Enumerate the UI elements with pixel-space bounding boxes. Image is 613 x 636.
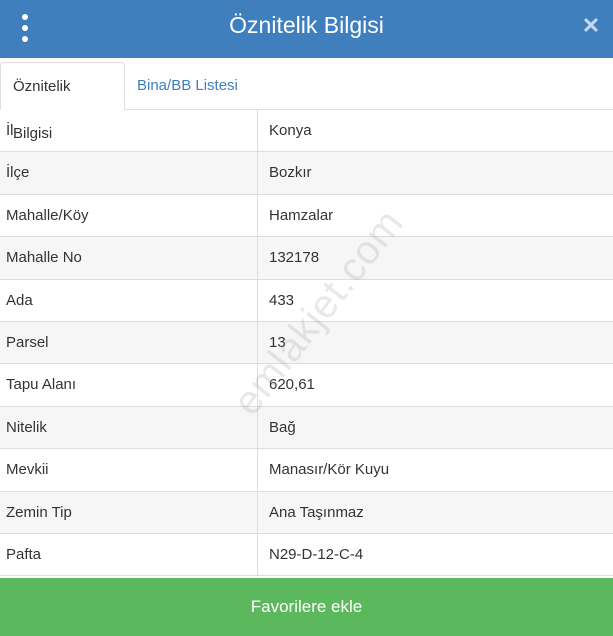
tab-bar: Öznitelik Bilgisi Bina/BB Listesi — [0, 58, 613, 142]
attribute-value: Bozkır — [269, 164, 312, 182]
attribute-key: Pafta — [0, 533, 258, 576]
header-bar: Öznitelik Bilgisi ✕ — [0, 0, 613, 58]
attribute-value: Bağ — [269, 418, 296, 436]
tab-bina-bb-listesi[interactable]: Bina/BB Listesi — [125, 62, 250, 109]
attribute-value: N29-D-12-C-4 — [269, 545, 364, 563]
attribute-key: Zemin Tip — [0, 491, 258, 533]
attribute-value: Ana Taşınmaz — [269, 503, 364, 521]
table-row: Zemin Tip Ana Taşınmaz — [0, 491, 613, 534]
table-row: Pafta N29-D-12-C-4 — [0, 533, 613, 577]
attribute-key: Ada — [0, 279, 258, 321]
attribute-value: 620,61 — [269, 376, 315, 394]
attribute-value: 13 — [269, 333, 286, 351]
attribute-key: Tapu Alanı — [0, 364, 258, 406]
attribute-key: İl — [0, 110, 258, 152]
attribute-table: İl Konya İlçe Bozkır Mahalle/Köy Hamzala… — [0, 110, 613, 577]
attribute-value: 132178 — [269, 249, 320, 267]
attribute-key: Mahalle/Köy — [0, 194, 258, 237]
attribute-value: Manasır/Kör Kuyu — [269, 461, 390, 479]
attribute-key: İlçe — [0, 152, 258, 194]
table-row: Mahalle No 132178 — [0, 237, 613, 280]
attribute-value: 433 — [269, 291, 295, 309]
table-row: Ada 433 — [0, 279, 613, 322]
close-icon[interactable]: ✕ — [579, 14, 603, 38]
table-row: Mevkii Manasır/Kör Kuyu — [0, 449, 613, 492]
attribute-value: Hamzalar — [269, 206, 334, 224]
attribute-key: Parsel — [0, 321, 258, 364]
table-row: İl Konya — [0, 110, 613, 153]
table-row: Tapu Alanı 620,61 — [0, 364, 613, 407]
attribute-key: Mahalle No — [0, 237, 258, 279]
page-title: Öznitelik Bilgisi — [229, 12, 384, 38]
table-row: İlçe Bozkır — [0, 152, 613, 195]
table-row: Mahalle/Köy Hamzalar — [0, 194, 613, 238]
table-row: Parsel 13 — [0, 321, 613, 365]
attribute-value: Konya — [269, 122, 312, 139]
table-row: Nitelik Bağ — [0, 406, 613, 450]
attribute-key: Nitelik — [0, 406, 258, 449]
add-to-favorites-button[interactable]: Favorilere ekle — [0, 578, 613, 636]
tab-oznitelik-bilgisi[interactable]: Öznitelik Bilgisi — [0, 62, 125, 142]
attribute-key: Mevkii — [0, 449, 258, 491]
